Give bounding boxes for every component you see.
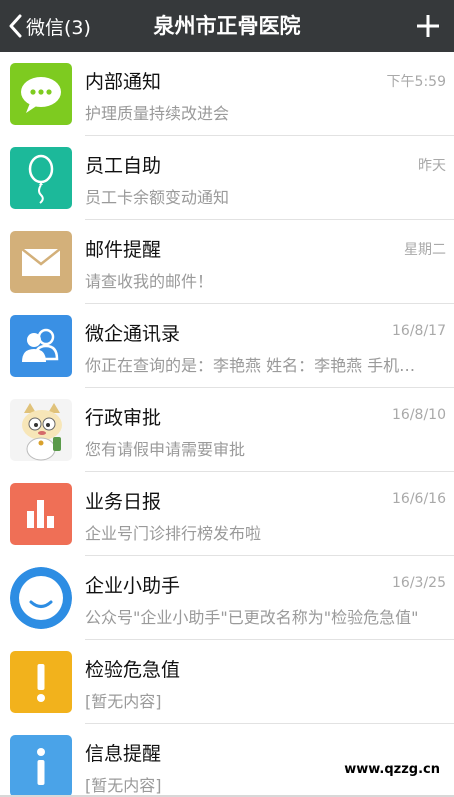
conversation-row-daily-report[interactable]: 业务日报 16/6/16 企业号门诊排行榜发布啦 <box>0 472 454 556</box>
smile-bubble-icon <box>10 567 72 629</box>
conversation-row-critical-values[interactable]: 检验危急值 [暂无内容] <box>0 640 454 724</box>
avatar <box>10 399 72 461</box>
conversation-list: 内部通知 下午5:59 护理质量持续改进会 员工自助 昨天 员工卡余额变动通知 … <box>0 52 454 797</box>
avatar <box>10 147 72 209</box>
avatar <box>10 735 72 797</box>
conversation-preview: 您有请假申请需要审批 <box>85 440 246 459</box>
conversation-title: 检验危急值 <box>85 659 181 681</box>
conversation-title: 员工自助 <box>85 155 162 177</box>
watermark: www.qzzg.cn <box>344 762 440 777</box>
conversation-time: 星期二 <box>404 242 446 258</box>
conversation-preview: 请查收我的邮件！ <box>85 272 214 291</box>
conversation-row-contacts[interactable]: 微企通讯录 16/8/17 你正在查询的是：李艳燕 姓名：李艳燕 手机… <box>0 304 454 388</box>
conversation-title: 邮件提醒 <box>85 239 162 261</box>
avatar <box>10 483 72 545</box>
conversation-preview: 公众号"企业小助手"已更改名称为"检验危急值" <box>85 608 419 627</box>
contacts-icon <box>10 315 72 377</box>
back-button[interactable]: 微信(3) <box>8 0 91 52</box>
conversation-title: 内部通知 <box>85 71 162 93</box>
conversation-title: 信息提醒 <box>85 743 162 765</box>
conversation-time: 下午5:59 <box>386 74 446 90</box>
envelope-icon <box>10 231 72 293</box>
conversation-row-info-reminder[interactable]: 信息提醒 [暂无内容] <box>0 724 454 797</box>
add-button[interactable] <box>414 12 442 40</box>
chat-bubble-icon <box>10 63 72 125</box>
conversation-row-admin-approval[interactable]: 行政审批 16/8/10 您有请假申请需要审批 <box>0 388 454 472</box>
conversation-title: 业务日报 <box>85 491 162 513</box>
info-icon <box>10 735 72 797</box>
conversation-time: 16/6/16 <box>392 491 446 507</box>
conversation-title: 企业小助手 <box>85 575 181 597</box>
avatar <box>10 231 72 293</box>
conversation-preview: 你正在查询的是：李艳燕 姓名：李艳燕 手机… <box>85 356 416 375</box>
avatar <box>10 567 72 629</box>
conversation-row-self-service[interactable]: 员工自助 昨天 员工卡余额变动通知 <box>0 136 454 220</box>
top-nav-bar: 微信(3) 泉州市正骨医院 <box>0 0 454 52</box>
conversation-preview: 护理质量持续改进会 <box>85 104 230 123</box>
chevron-left-icon <box>9 14 22 38</box>
conversation-title: 行政审批 <box>85 407 162 429</box>
exclamation-icon <box>10 651 72 713</box>
conversation-time: 16/3/25 <box>392 575 446 591</box>
conversation-time: 16/8/10 <box>392 407 446 423</box>
conversation-row-internal-notice[interactable]: 内部通知 下午5:59 护理质量持续改进会 <box>0 52 454 136</box>
avatar <box>10 651 72 713</box>
conversation-title: 微企通讯录 <box>85 323 181 345</box>
conversation-row-mail-reminder[interactable]: 邮件提醒 星期二 请查收我的邮件！ <box>0 220 454 304</box>
cartoon-cat-icon <box>10 399 72 461</box>
balloon-icon <box>10 147 72 209</box>
back-label: 微信(3) <box>26 16 91 39</box>
conversation-time: 16/8/17 <box>392 323 446 339</box>
bar-chart-icon <box>10 483 72 545</box>
plus-icon <box>417 15 439 37</box>
conversation-preview: [暂无内容] <box>85 692 162 711</box>
avatar <box>10 63 72 125</box>
conversation-row-enterprise-assistant[interactable]: 企业小助手 16/3/25 公众号"企业小助手"已更改名称为"检验危急值" <box>0 556 454 640</box>
conversation-preview: 员工卡余额变动通知 <box>85 188 230 207</box>
conversation-preview: 企业号门诊排行榜发布啦 <box>85 524 262 543</box>
conversation-time: 昨天 <box>418 158 446 174</box>
avatar <box>10 315 72 377</box>
